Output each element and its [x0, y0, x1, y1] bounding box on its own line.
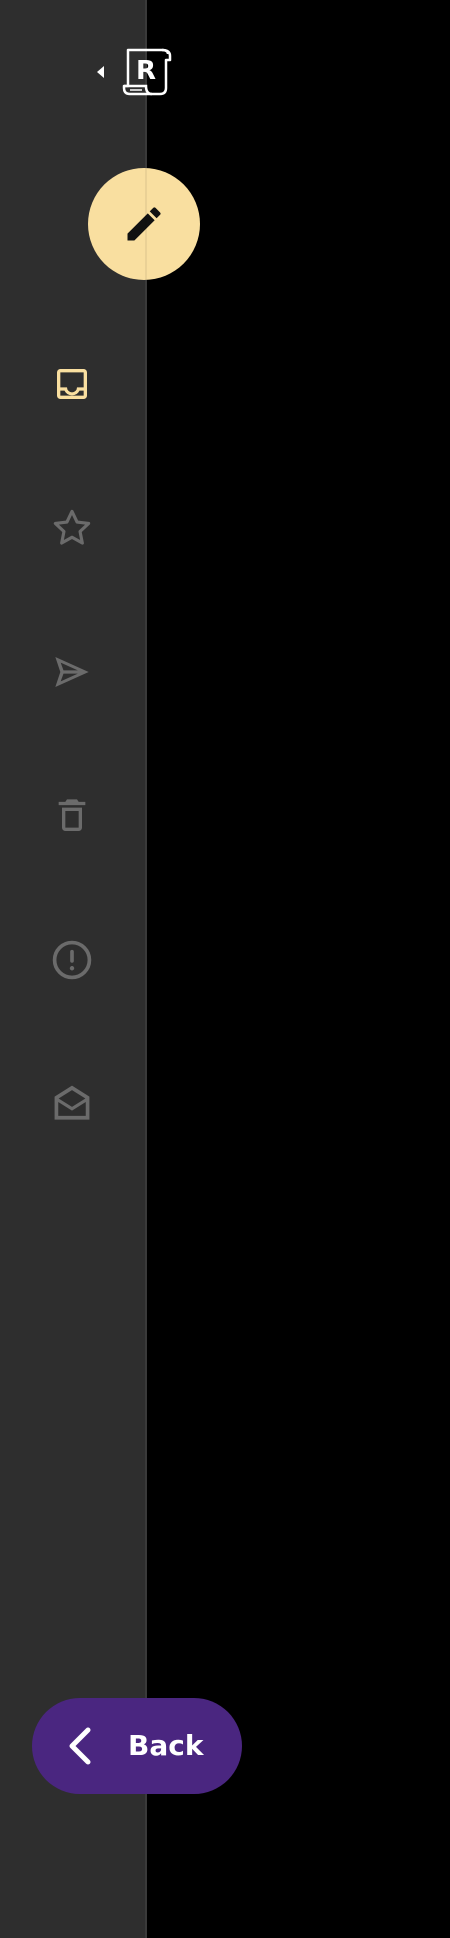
app-logo: R — [120, 46, 176, 98]
sidebar-edge — [145, 0, 147, 1938]
back-button[interactable]: Back — [32, 1698, 242, 1794]
sidebar-item-starred[interactable] — [36, 492, 108, 564]
sidebar-item-all-mail[interactable] — [36, 1068, 108, 1140]
sidebar-item-spam[interactable] — [36, 924, 108, 996]
send-icon — [55, 657, 89, 687]
back-button-label: Back — [128, 1729, 204, 1762]
star-icon — [53, 509, 91, 545]
compose-button[interactable] — [88, 168, 200, 280]
trash-icon — [58, 799, 86, 831]
pencil-icon — [127, 207, 161, 241]
app-screen: R Back — [0, 0, 450, 1938]
sidebar-item-trash[interactable] — [36, 780, 108, 852]
scroll-logo-icon: R — [122, 48, 172, 96]
envelope-open-icon — [54, 1085, 90, 1120]
inbox-icon — [57, 369, 87, 399]
caret-left-icon — [97, 66, 104, 78]
chevron-left-icon — [69, 1727, 91, 1765]
logo-letter: R — [136, 56, 156, 86]
sidebar-item-sent[interactable] — [36, 636, 108, 708]
fab-divider — [145, 168, 147, 280]
collapse-sidebar-toggle[interactable] — [94, 64, 106, 80]
sidebar-item-inbox[interactable] — [36, 348, 108, 420]
alert-circle-icon — [52, 940, 92, 980]
